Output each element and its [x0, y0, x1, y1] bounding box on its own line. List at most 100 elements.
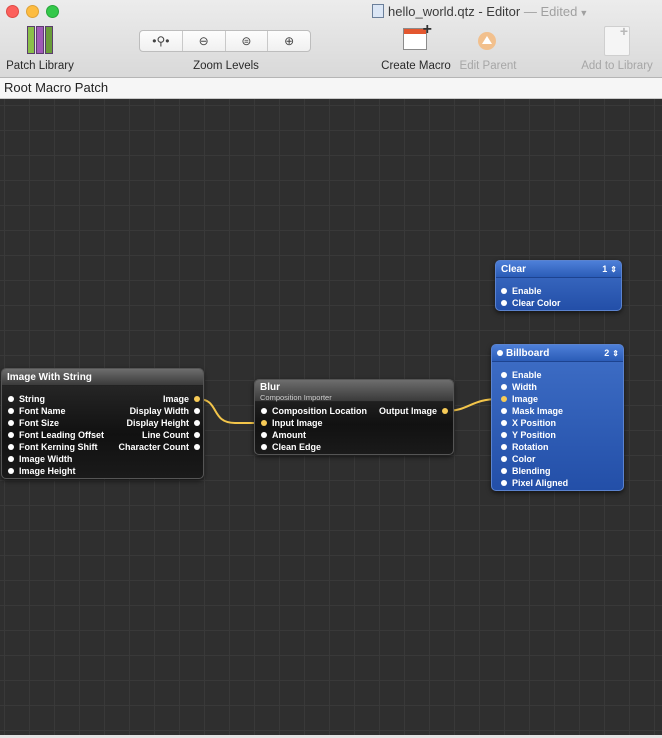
billboard-port-image[interactable]: Image	[496, 393, 538, 405]
port-dot[interactable]	[8, 432, 14, 438]
blur-port-composition-location[interactable]: Composition Location	[256, 405, 367, 417]
patch-library-icon[interactable]	[27, 26, 53, 54]
edit-parent-icon	[478, 32, 496, 50]
blur-patch[interactable]: Blur Composition Importer Composition Lo…	[254, 379, 454, 455]
zoom-actual-size-button[interactable]: ⊜	[226, 31, 269, 51]
zoom-to-fit-button[interactable]: •⚲•	[140, 31, 183, 51]
billboard-port-rotation[interactable]: Rotation	[496, 441, 549, 453]
iws-port-font-size[interactable]: Font Size	[3, 417, 59, 429]
port-dot[interactable]	[8, 408, 14, 414]
billboard-port-x-position[interactable]: X Position	[496, 417, 556, 429]
zoom-out-button[interactable]: ⊖	[183, 31, 226, 51]
iws-port-character-count[interactable]: Character Count	[118, 441, 205, 453]
port-dot[interactable]	[194, 444, 200, 450]
billboard-port-y-position[interactable]: Y Position	[496, 429, 556, 441]
clear-layer-badge[interactable]: 1	[602, 264, 617, 274]
port-dot[interactable]	[501, 444, 507, 450]
blur-patch-header[interactable]: Blur Composition Importer	[255, 380, 453, 402]
zoom-window-button[interactable]	[46, 5, 59, 18]
clear-port-clear-color[interactable]: Clear Color	[496, 297, 561, 309]
clear-port-enable[interactable]: Enable	[496, 285, 542, 297]
billboard-patch[interactable]: Billboard 2 Enable Width Image Mask Imag…	[491, 344, 624, 491]
window-title[interactable]: hello_world.qtz - Editor — Edited ▼	[372, 4, 588, 19]
billboard-port-color[interactable]: Color	[496, 453, 536, 465]
port-dot[interactable]	[261, 444, 267, 450]
zoom-levels-control[interactable]: •⚲• ⊖ ⊜ ⊕	[139, 30, 311, 52]
port-dot[interactable]	[501, 384, 507, 390]
port-dot[interactable]	[8, 420, 14, 426]
port-dot[interactable]	[261, 432, 267, 438]
clear-patch[interactable]: Clear 1 Enable Clear Color	[495, 260, 622, 311]
blur-port-output-image[interactable]: Output Image	[379, 405, 453, 417]
image-with-string-header[interactable]: Image With String	[2, 369, 203, 386]
iws-port-image-out[interactable]: Image	[163, 393, 205, 405]
iws-port-display-width[interactable]: Display Width	[130, 405, 205, 417]
port-dot[interactable]	[442, 408, 448, 414]
port-label: Image Width	[19, 454, 73, 464]
clear-patch-header[interactable]: Clear 1	[496, 261, 621, 278]
port-dot[interactable]	[501, 456, 507, 462]
port-label: Font Kerning Shift	[19, 442, 98, 452]
image-with-string-patch[interactable]: Image With String String Font Name Font …	[1, 368, 204, 479]
billboard-port-enable[interactable]: Enable	[496, 369, 542, 381]
port-dot[interactable]	[261, 408, 267, 414]
port-dot[interactable]	[501, 420, 507, 426]
iws-port-font-name[interactable]: Font Name	[3, 405, 66, 417]
zoom-fit-icon: •⚲•	[152, 34, 170, 48]
port-dot[interactable]	[261, 420, 267, 426]
port-label: Character Count	[118, 442, 189, 452]
port-dot[interactable]	[501, 300, 507, 306]
iws-port-line-count[interactable]: Line Count	[142, 429, 205, 441]
port-label: Output Image	[379, 406, 437, 416]
iws-port-image-width[interactable]: Image Width	[3, 453, 72, 465]
minimize-window-button[interactable]	[26, 5, 39, 18]
blur-port-input-image[interactable]: Input Image	[256, 417, 323, 429]
port-dot[interactable]	[501, 432, 507, 438]
port-dot[interactable]	[194, 432, 200, 438]
port-label: Color	[512, 454, 536, 464]
macro-path-bar[interactable]: Root Macro Patch	[0, 78, 662, 99]
editor-canvas[interactable]: Clear 1 Enable Clear Color Billboard 2 E…	[0, 99, 662, 735]
port-label: X Position	[512, 418, 557, 428]
port-label: String	[19, 394, 45, 404]
billboard-port-pixel-aligned[interactable]: Pixel Aligned	[496, 477, 568, 489]
port-dot[interactable]	[194, 408, 200, 414]
port-dot[interactable]	[501, 372, 507, 378]
iws-port-display-height[interactable]: Display Height	[126, 417, 205, 429]
billboard-patch-header[interactable]: Billboard 2	[492, 345, 623, 362]
billboard-layer-badge[interactable]: 2	[604, 348, 619, 358]
billboard-port-mask-image[interactable]: Mask Image	[496, 405, 563, 417]
iws-port-image-height[interactable]: Image Height	[3, 465, 76, 477]
port-dot[interactable]	[501, 480, 507, 486]
billboard-port-width[interactable]: Width	[496, 381, 537, 393]
port-dot[interactable]	[8, 468, 14, 474]
port-dot[interactable]	[497, 350, 503, 356]
zoom-in-button[interactable]: ⊕	[268, 31, 310, 51]
iws-port-string[interactable]: String	[3, 393, 45, 405]
blur-port-amount[interactable]: Amount	[256, 429, 306, 441]
port-dot[interactable]	[8, 396, 14, 402]
blur-port-clean-edge[interactable]: Clean Edge	[256, 441, 321, 453]
port-dot[interactable]	[8, 456, 14, 462]
create-macro-icon[interactable]: +	[403, 21, 432, 50]
billboard-port-blending[interactable]: Blending	[496, 465, 551, 477]
billboard-patch-title: Billboard	[506, 348, 550, 359]
port-dot[interactable]	[501, 468, 507, 474]
port-dot[interactable]	[501, 396, 507, 402]
port-dot[interactable]	[8, 444, 14, 450]
port-dot[interactable]	[194, 396, 200, 402]
port-label: Display Height	[126, 418, 189, 428]
iws-port-font-kerning-shift[interactable]: Font Kerning Shift	[3, 441, 98, 453]
port-label: Image Height	[19, 466, 76, 476]
image-with-string-title: Image With String	[7, 372, 92, 383]
clear-patch-title: Clear	[501, 264, 527, 275]
window-file-name: hello_world.qtz	[388, 4, 475, 19]
port-dot[interactable]	[501, 288, 507, 294]
zoom-in-icon: ⊕	[284, 34, 295, 48]
close-window-button[interactable]	[6, 5, 19, 18]
port-label: Image	[512, 394, 539, 404]
port-dot[interactable]	[501, 408, 507, 414]
port-dot[interactable]	[194, 420, 200, 426]
chevron-down-icon: ▼	[579, 8, 589, 18]
iws-port-font-leading-offset[interactable]: Font Leading Offset	[3, 429, 104, 441]
